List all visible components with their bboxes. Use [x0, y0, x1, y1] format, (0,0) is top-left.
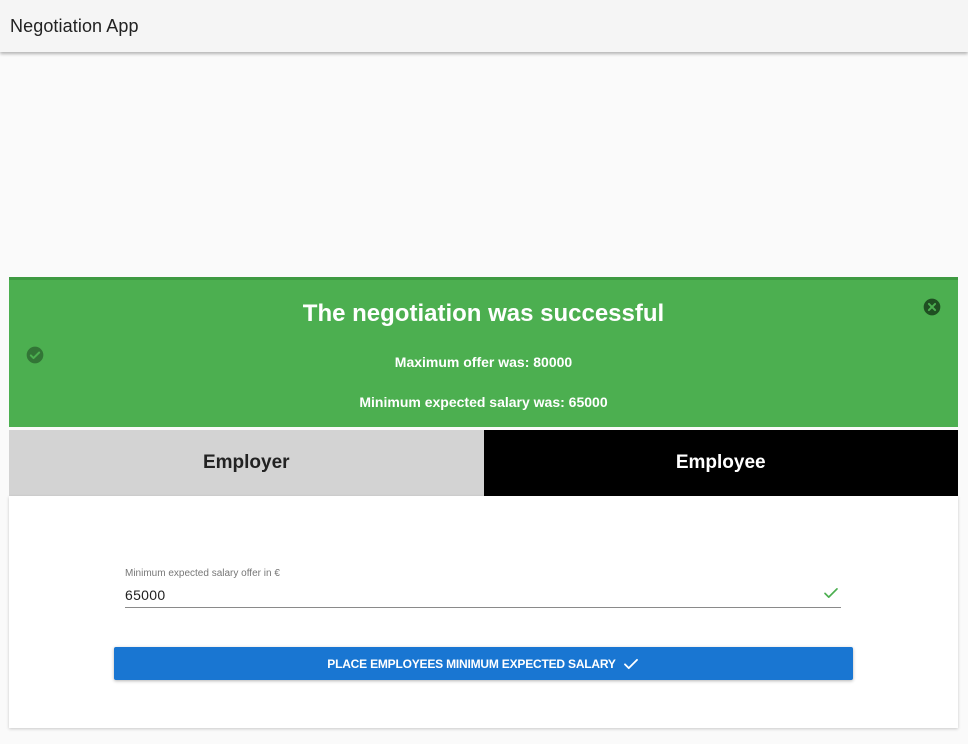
- role-tabs: Employer Employee: [9, 430, 958, 496]
- tab-employee[interactable]: Employee: [483, 430, 958, 496]
- app-bar: Negotiation App: [0, 0, 968, 52]
- place-min-salary-label: PLACE EMPLOYEES MINIMUM EXPECTED SALARY: [327, 656, 616, 671]
- tab-employer[interactable]: Employer: [9, 430, 484, 496]
- success-alert: The negotiation was successful Maximum o…: [9, 277, 958, 427]
- check-icon: [824, 588, 838, 598]
- min-salary-text: Minimum expected salary was: 65000: [359, 394, 608, 410]
- min-salary-label: Minimum expected salary offer in €: [125, 568, 280, 579]
- alert-title: The negotiation was successful: [302, 300, 665, 327]
- min-salary-field: Minimum expected salary offer in €: [125, 568, 841, 608]
- employee-panel: Minimum expected salary offer in € PLACE…: [9, 496, 958, 728]
- place-min-salary-button[interactable]: PLACE EMPLOYEES MINIMUM EXPECTED SALARY: [114, 647, 853, 680]
- min-salary-input[interactable]: [125, 585, 805, 605]
- app-title: Negotiation App: [10, 15, 139, 36]
- check-icon: [623, 658, 638, 669]
- max-offer-text: Maximum offer was: 80000: [394, 354, 573, 370]
- close-circle-icon[interactable]: [922, 297, 942, 317]
